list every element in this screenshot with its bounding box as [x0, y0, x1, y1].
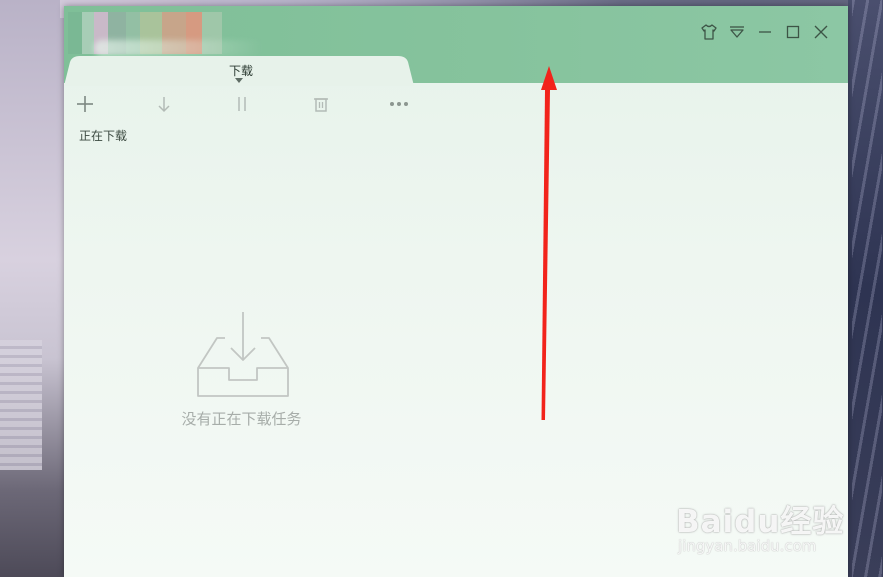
minimize-icon — [759, 31, 771, 33]
toolbar — [64, 92, 424, 116]
minimize-button[interactable] — [756, 23, 774, 41]
watermark-url: jingyan.baidu.com — [678, 537, 817, 555]
baidu-jingyan-watermark: Baidu经验 jingyan.baidu.com — [676, 482, 846, 562]
trash-icon — [314, 98, 328, 112]
close-icon — [814, 25, 828, 39]
new-task-button[interactable] — [73, 92, 97, 116]
wallpaper-building — [0, 340, 42, 470]
empty-inbox-icon — [195, 310, 291, 404]
skin-button[interactable] — [700, 23, 718, 41]
chevron-down-icon[interactable] — [235, 78, 243, 83]
dropdown-triangle-icon — [730, 26, 744, 38]
close-button[interactable] — [812, 23, 830, 41]
pause-button[interactable] — [230, 92, 254, 116]
delete-button[interactable] — [309, 92, 333, 116]
pause-icon — [238, 97, 246, 111]
download-arrow-icon — [158, 97, 170, 113]
more-button[interactable] — [387, 92, 411, 116]
section-downloading-label: 正在下载 — [79, 129, 128, 143]
menu-button[interactable] — [728, 23, 746, 41]
tshirt-icon — [701, 24, 717, 40]
title-blur-strip — [94, 40, 264, 56]
tab-download-label[interactable]: 下载 — [226, 62, 256, 79]
plus-icon — [77, 96, 93, 112]
wallpaper-hair-streaks — [852, 0, 882, 577]
maximize-icon — [786, 25, 800, 39]
watermark-brand: Baidu经验 — [676, 504, 845, 540]
wallpaper-left-strip — [0, 0, 64, 577]
empty-state-message: 没有正在下载任务 — [181, 410, 302, 428]
window-controls — [700, 23, 830, 41]
more-dots-icon — [390, 102, 408, 106]
maximize-button[interactable] — [784, 23, 802, 41]
start-button[interactable] — [152, 92, 176, 116]
